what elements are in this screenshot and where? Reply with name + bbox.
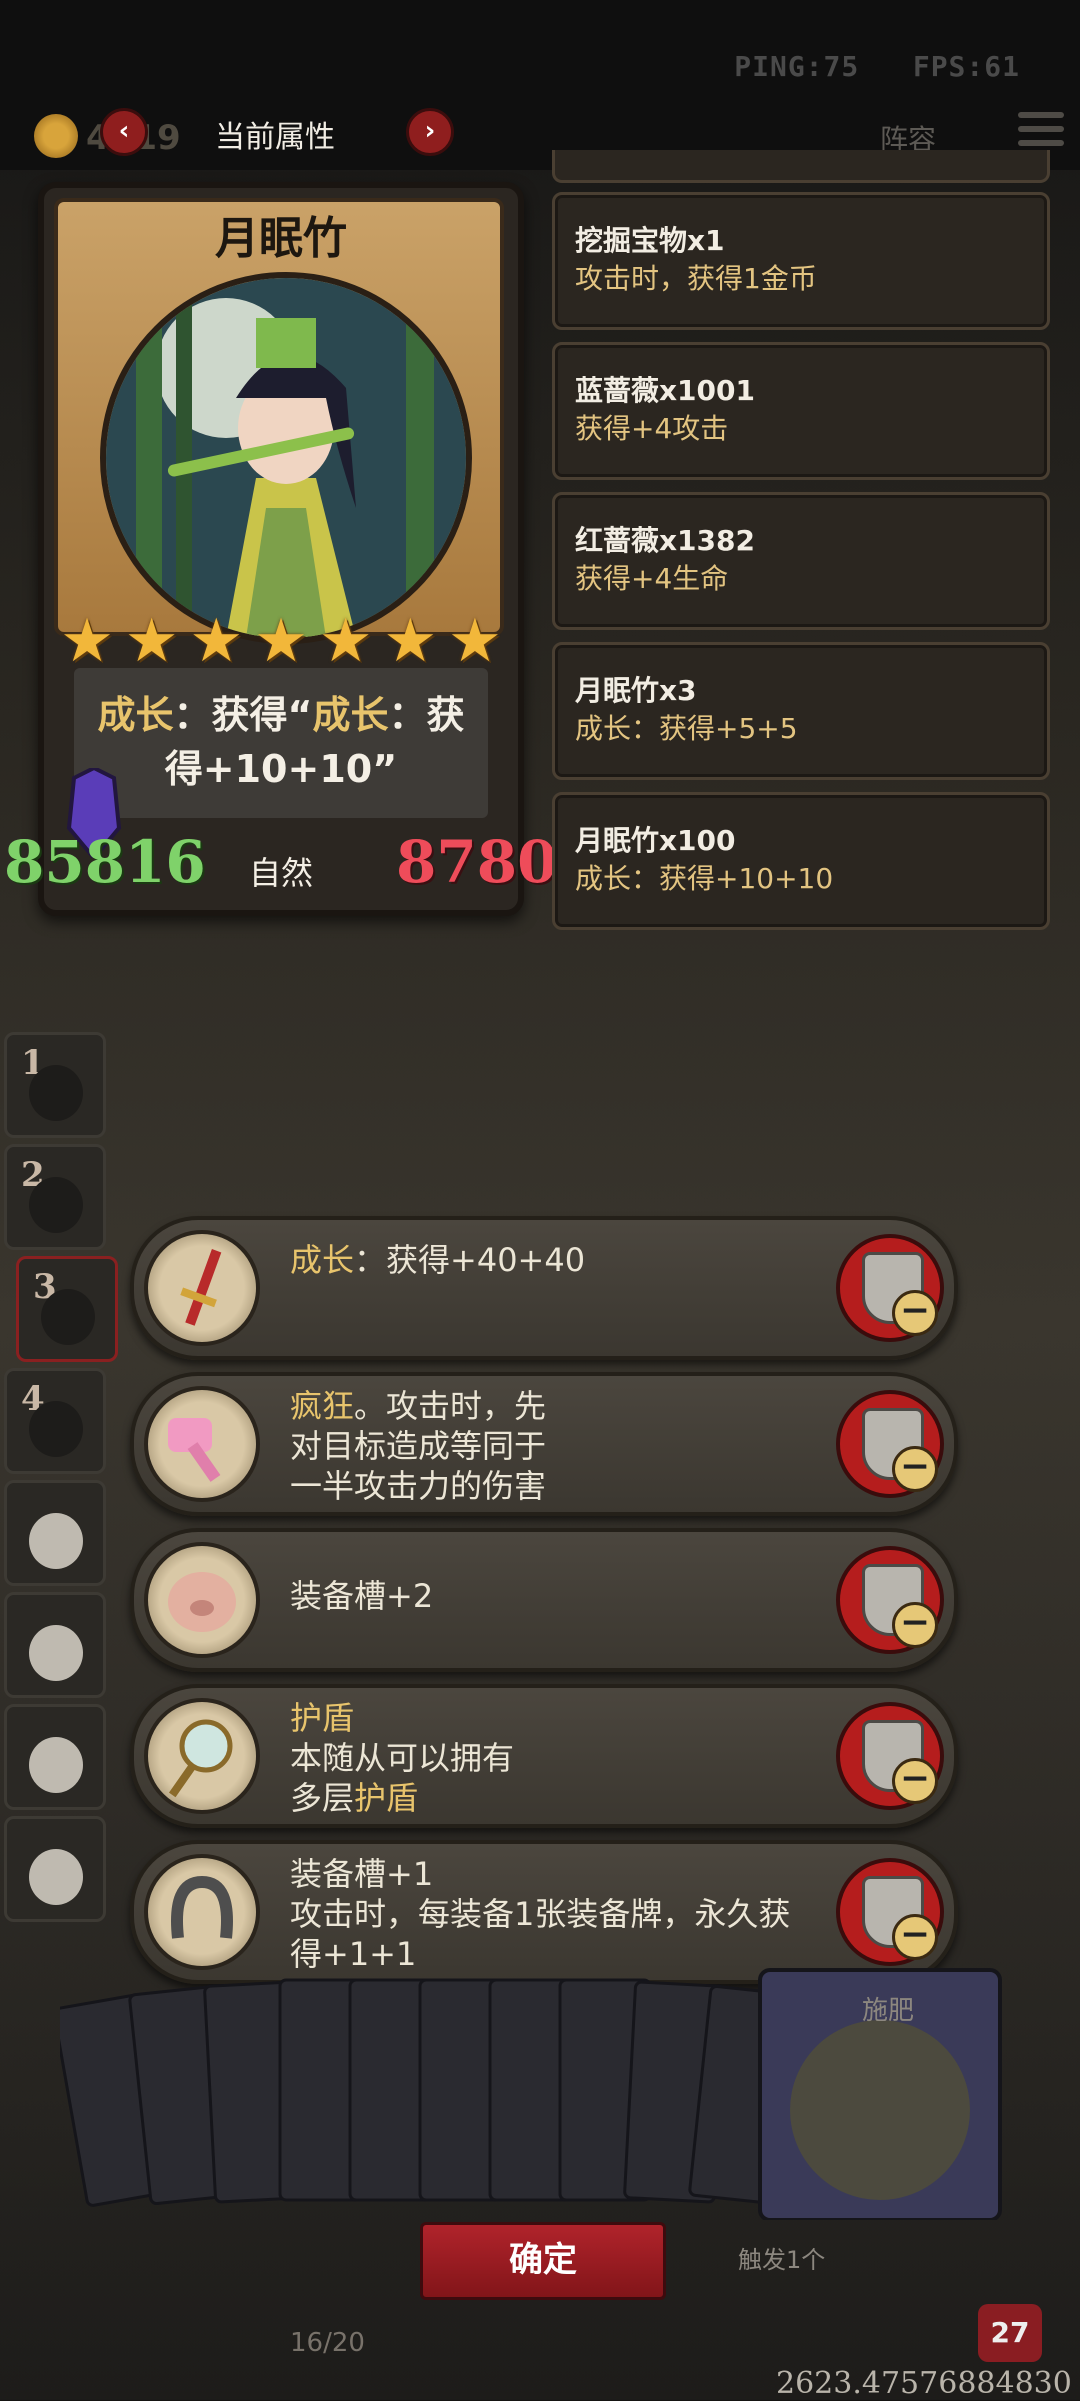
panel-title: 当前属性 (215, 120, 335, 155)
prev-button[interactable]: ‹ (100, 108, 148, 156)
remove-equipment-button[interactable]: − (836, 1858, 944, 1966)
roster-slot-1[interactable]: 1 (4, 1032, 106, 1138)
equipment-row: 疯狂。攻击时，先 对目标造成等同于 一半攻击力的伤害 − (130, 1372, 958, 1516)
equipment-row: 装备槽+2 − (130, 1528, 958, 1672)
roster-slot-5[interactable] (4, 1480, 106, 1586)
next-button[interactable]: › (406, 108, 454, 156)
star-icon: ★ (318, 606, 373, 676)
equipment-row: 护盾 本随从可以拥有 多层护盾 − (130, 1684, 958, 1828)
roster-slot-6[interactable] (4, 1592, 106, 1698)
star-icon: ★ (448, 606, 502, 676)
fertilize-card-label: 施肥 (862, 1996, 915, 2026)
unit-card: 月眠竹 ★ ★ ★ ★ ★ ★ ★ 成长：获得“成长：获得+10+10” 85816 自然 … (4, 182, 598, 916)
network-stats: PING:75 FPS:61 (734, 50, 1020, 83)
roster-slot-8[interactable] (4, 1816, 106, 1922)
star-icon: ★ (189, 606, 244, 676)
trigger-label: 触发1个 (738, 2246, 826, 2274)
hammer-icon (144, 1386, 260, 1502)
mirror-icon (144, 1698, 260, 1814)
remove-equipment-button[interactable]: − (836, 1702, 944, 1810)
star-icon: ★ (383, 606, 438, 676)
portrait-image (100, 272, 472, 644)
deck-count: 16/20 (290, 2328, 365, 2358)
effect-item: 蓝蔷薇x1001 获得+4攻击 (552, 342, 1050, 480)
effect-item: 月眠竹x3 成长：获得+5+5 (552, 642, 1050, 780)
player-health-badge: 27 (978, 2304, 1042, 2362)
menu-icon[interactable] (1018, 112, 1064, 152)
confirm-button[interactable]: 确定 (420, 2222, 666, 2300)
effect-item-partial (552, 150, 1050, 183)
roster-slot-2[interactable]: 2 (4, 1144, 106, 1250)
roster-slot-7[interactable] (4, 1704, 106, 1810)
card-name: 月眠竹 (215, 213, 347, 264)
effect-item: 红蔷薇x1382 获得+4生命 (552, 492, 1050, 630)
horseshoe-icon (144, 1854, 260, 1970)
sword-icon (144, 1230, 260, 1346)
equipment-row: 成长：获得+40+40 − (130, 1216, 958, 1360)
debug-readout: 2623.47576884830 (776, 2366, 1072, 2401)
remove-equipment-button[interactable]: − (836, 1546, 944, 1654)
coin-icon (34, 114, 78, 158)
card-description: 成长：获得“成长：获得+10+10” (97, 693, 465, 791)
pig-armor-icon (144, 1542, 260, 1658)
star-icon: ★ (254, 606, 308, 676)
remove-equipment-button[interactable]: − (836, 1390, 944, 1498)
star-icon: ★ (60, 606, 114, 676)
star-rating: ★ ★ ★ ★ ★ ★ ★ (58, 606, 504, 676)
effect-item: 挖掘宝物x1 攻击时，获得1金币 (552, 192, 1050, 330)
star-icon: ★ (124, 606, 179, 676)
roster-column: 1 2 3 4 (0, 1022, 118, 1942)
roster-slot-3[interactable]: 3 (16, 1256, 118, 1362)
effect-item: 月眠竹x100 成长：获得+10+10 (552, 792, 1050, 930)
roster-slot-4[interactable]: 4 (4, 1368, 106, 1474)
remove-equipment-button[interactable]: − (836, 1234, 944, 1342)
